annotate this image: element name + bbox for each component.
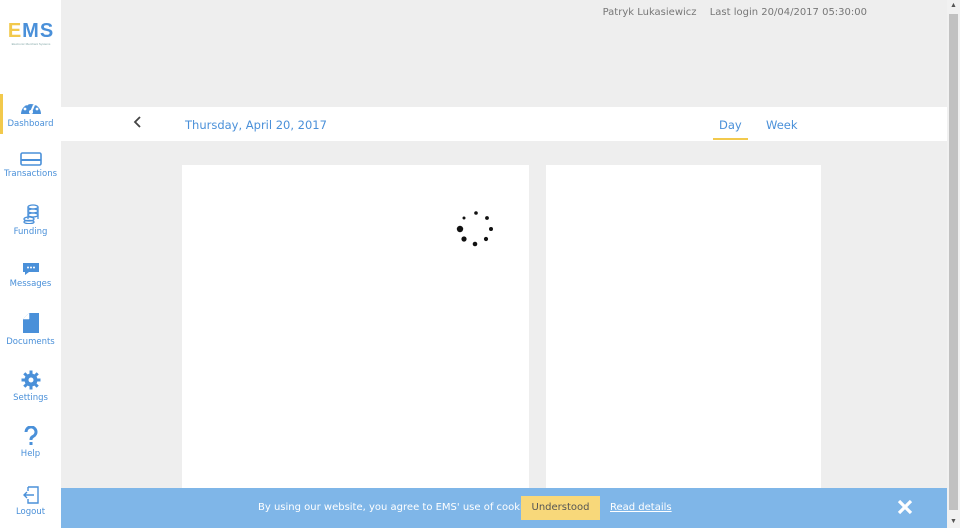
sidebar-item-label: Settings — [13, 393, 48, 403]
read-details-link[interactable]: Read details — [610, 502, 672, 513]
cookie-banner: By using our website, you agree to EMS' … — [61, 488, 947, 528]
gear-icon — [21, 370, 40, 390]
document-icon — [22, 313, 39, 333]
ems-logo[interactable]: EMS Electronic Merchant Systems — [6, 20, 56, 50]
scroll-thumb[interactable] — [949, 14, 958, 510]
sidebar-item-documents[interactable]: Documents — [0, 312, 61, 347]
sidebar-item-messages[interactable]: Messages — [0, 262, 61, 289]
user-info: Patryk Lukasiewicz Last login 20/04/2017… — [603, 7, 867, 18]
sidebar: EMS Electronic Merchant Systems Dashboar… — [0, 0, 61, 528]
cookie-message: By using our website, you agree to EMS' … — [258, 502, 538, 513]
sidebar-item-label: Logout — [15, 507, 46, 517]
sidebar-item-help[interactable]: Help — [0, 426, 61, 459]
tab-day[interactable]: Day — [713, 118, 748, 140]
vertical-scrollbar[interactable]: ▲ ▼ — [947, 0, 960, 528]
sidebar-item-settings[interactable]: Settings — [0, 370, 61, 403]
coin-stack-icon — [22, 204, 39, 224]
content-panel-right — [546, 165, 821, 495]
sidebar-item-label: Messages — [9, 279, 52, 289]
sidebar-item-label: Help — [20, 449, 41, 459]
loading-spinner-icon — [456, 211, 493, 247]
question-mark-icon — [23, 426, 37, 445]
logo-subtitle: Electronic Merchant Systems — [11, 42, 51, 46]
logout-icon — [22, 486, 39, 504]
sidebar-item-logout[interactable]: Logout — [0, 486, 61, 517]
credit-card-icon — [19, 152, 42, 166]
sidebar-item-label: Documents — [6, 337, 55, 347]
tab-week[interactable]: Week — [766, 118, 798, 132]
sidebar-item-label: Dashboard — [7, 119, 54, 129]
sidebar-item-funding[interactable]: Funding — [0, 204, 61, 237]
chat-bubble-icon — [22, 263, 39, 275]
current-date: Thursday, April 20, 2017 — [185, 118, 327, 132]
chevron-left-icon[interactable] — [133, 115, 141, 131]
logo-text: EMS — [7, 20, 55, 42]
user-name[interactable]: Patryk Lukasiewicz — [603, 7, 697, 18]
sidebar-item-dashboard[interactable]: Dashboard — [0, 94, 61, 134]
scroll-down-arrow-icon[interactable]: ▼ — [947, 516, 960, 528]
last-login: Last login 20/04/2017 05:30:00 — [709, 7, 867, 18]
close-icon[interactable] — [895, 496, 915, 520]
date-navigation-bar: Thursday, April 20, 2017 Day Week — [61, 107, 947, 141]
sidebar-item-transactions[interactable]: Transactions — [0, 152, 61, 179]
scroll-up-arrow-icon[interactable]: ▲ — [947, 0, 960, 12]
dashboard-gauge-icon — [20, 100, 41, 114]
understood-button[interactable]: Understood — [521, 496, 600, 520]
sidebar-item-label: Transactions — [3, 169, 58, 179]
sidebar-item-label: Funding — [13, 227, 48, 237]
header: Patryk Lukasiewicz Last login 20/04/2017… — [61, 0, 947, 107]
